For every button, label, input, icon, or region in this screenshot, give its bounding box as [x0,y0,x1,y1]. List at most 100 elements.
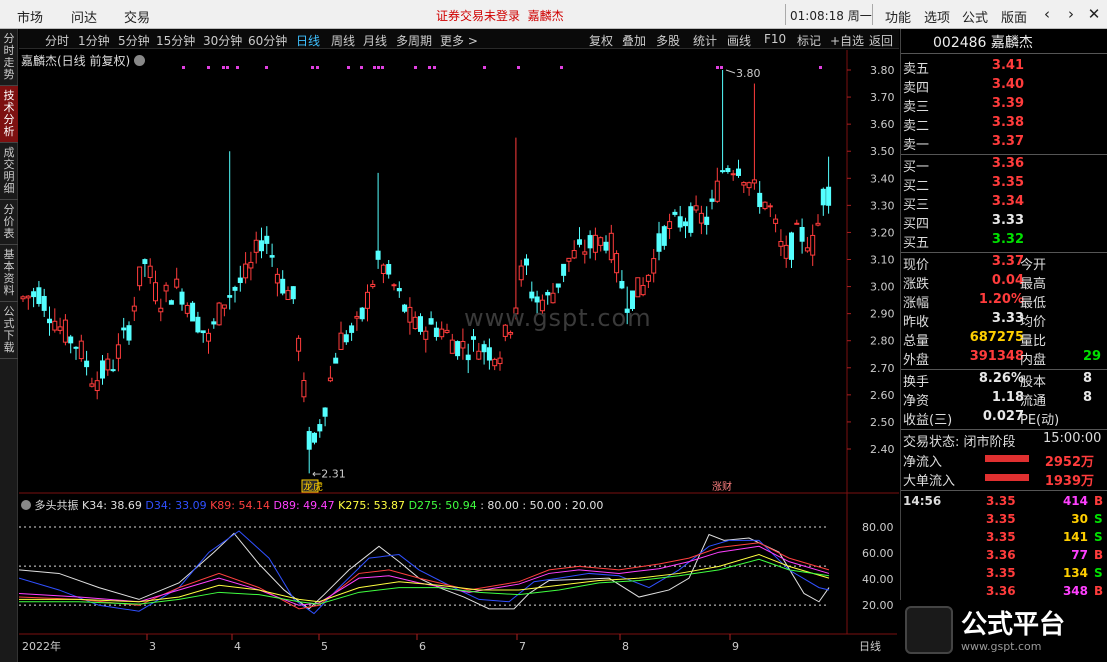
candle-body [269,255,275,258]
tool-overlay[interactable]: 叠加 [622,32,646,49]
candle-body [449,339,455,354]
candle-body [820,188,826,206]
date-axis-label: 5 [321,640,328,653]
quote-row: 买五 3.32 [903,232,1024,251]
price-axis-label: 3.30 [870,199,895,212]
tag-longhu: 龙虎 [303,480,323,493]
indicator-value: : 80.00 [480,499,523,512]
period-multi[interactable]: 多周期 [396,32,432,49]
period-30min[interactable]: 30分钟 [203,32,242,49]
tab-trade-detail[interactable]: 成交明细 [0,143,18,200]
candle-body [237,277,243,283]
indicator-settings-icon[interactable] [21,500,31,510]
period-60min[interactable]: 60分钟 [248,32,287,49]
menu-function[interactable]: 功能 [885,7,911,26]
divider [872,4,873,25]
quote-row: 涨幅 1.20% 最低 [903,292,1047,311]
candle-body [327,377,333,382]
candle-body [259,240,264,252]
back-arrow-icon[interactable]: ‹ [1039,5,1055,23]
candle-body [577,239,582,245]
tool-back[interactable]: 返回 [869,32,893,49]
tick-row: 3.36 77 B [986,548,1104,562]
signal-dot [414,66,417,69]
candle-body [190,302,196,322]
signal-dot [373,66,376,69]
tool-mark[interactable]: 标记 [797,32,821,49]
close-icon[interactable]: ✕ [1086,5,1102,23]
candle-body [322,407,328,417]
candle-body [158,307,164,313]
divider [785,4,786,25]
candle-body [423,330,429,340]
candle-body [683,221,688,227]
candle-body [200,330,206,334]
menu-layout[interactable]: 版面 [1001,7,1027,26]
candle-body [168,300,174,305]
forward-arrow-icon[interactable]: › [1063,5,1079,23]
kline-chart[interactable]: 3.80 3.70 3.60 3.50 3.40 3.30 3.20 3.10 3.00 2.90… [19,50,899,662]
tab-intraday[interactable]: 分时走势 [0,29,18,86]
period-weekly[interactable]: 周线 [331,32,355,49]
candle-body [227,295,233,298]
menu-market[interactable]: 市场 [17,7,43,26]
period-5min[interactable]: 5分钟 [118,32,150,49]
period-more[interactable]: 更多 > [440,32,478,49]
candle-body [698,212,704,224]
login-warning[interactable]: 证券交易未登录 嘉麟杰 [436,7,564,24]
candle-body [619,280,625,289]
indicator-line [19,532,830,610]
menu-ask[interactable]: 问达 [71,7,97,26]
menu-formula[interactable]: 公式 [962,7,988,26]
tab-technical[interactable]: 技术分析 [0,86,18,143]
period-toolbar: 分时 1分钟 5分钟 15分钟 30分钟 60分钟 日线 周线 月线 多周期 更… [19,29,899,49]
signal-dot [483,66,486,69]
candle-body [94,380,100,392]
period-daily[interactable]: 日线 [296,32,320,49]
quote-row: 涨跌 0.04 最高 [903,273,1047,292]
tool-multi-stock[interactable]: 多股 [656,32,680,49]
candle-body [110,369,116,372]
tool-draw[interactable]: 画线 [727,32,751,49]
tool-f10[interactable]: F10 [764,32,786,46]
price-axis-label: 3.70 [870,91,895,104]
tab-formula-download[interactable]: 公式下载 [0,302,18,359]
candle-body [243,263,249,279]
tool-stats[interactable]: 统计 [693,32,717,49]
candle-body [465,354,471,361]
candle-body [253,239,259,253]
period-monthly[interactable]: 月线 [363,32,387,49]
left-tabs: 分时走势 技术分析 成交明细 分价表 基本资料 公式下载 [0,29,18,662]
tool-adjust[interactable]: 复权 [589,32,613,49]
quote-row: 卖五 3.41 [903,58,1024,77]
quote-row: 卖二 3.38 [903,115,1024,134]
candle-body [317,424,323,432]
price-axis-label: 3.50 [870,145,895,158]
candle-body [280,278,286,294]
settings-icon[interactable] [134,55,146,66]
menu-options[interactable]: 选项 [924,7,950,26]
date-axis-label: 6 [419,640,426,653]
candle-body [804,247,810,252]
tool-add-watch[interactable]: +自选 [830,32,864,49]
candle-body [211,321,217,325]
tab-fundamentals[interactable]: 基本资料 [0,245,18,302]
period-intraday[interactable]: 分时 [45,32,69,49]
menu-trade[interactable]: 交易 [124,7,150,26]
quote-row: 买二 3.35 [903,175,1024,194]
period-1min[interactable]: 1分钟 [78,32,110,49]
tab-price-table[interactable]: 分价表 [0,200,18,245]
signal-dot [560,66,563,69]
candle-body [460,341,466,349]
period-label: 日线 [859,639,881,653]
candle-body [471,336,476,340]
candle-body [598,237,604,246]
candle-body [221,304,227,309]
candle-body [349,325,355,333]
indicator-axis-label: 40.00 [862,573,894,586]
candle-body [174,278,180,288]
period-15min[interactable]: 15分钟 [156,32,195,49]
candle-body [645,274,651,282]
price-axis-label: 3.00 [870,281,895,294]
signal-dot [222,66,225,69]
